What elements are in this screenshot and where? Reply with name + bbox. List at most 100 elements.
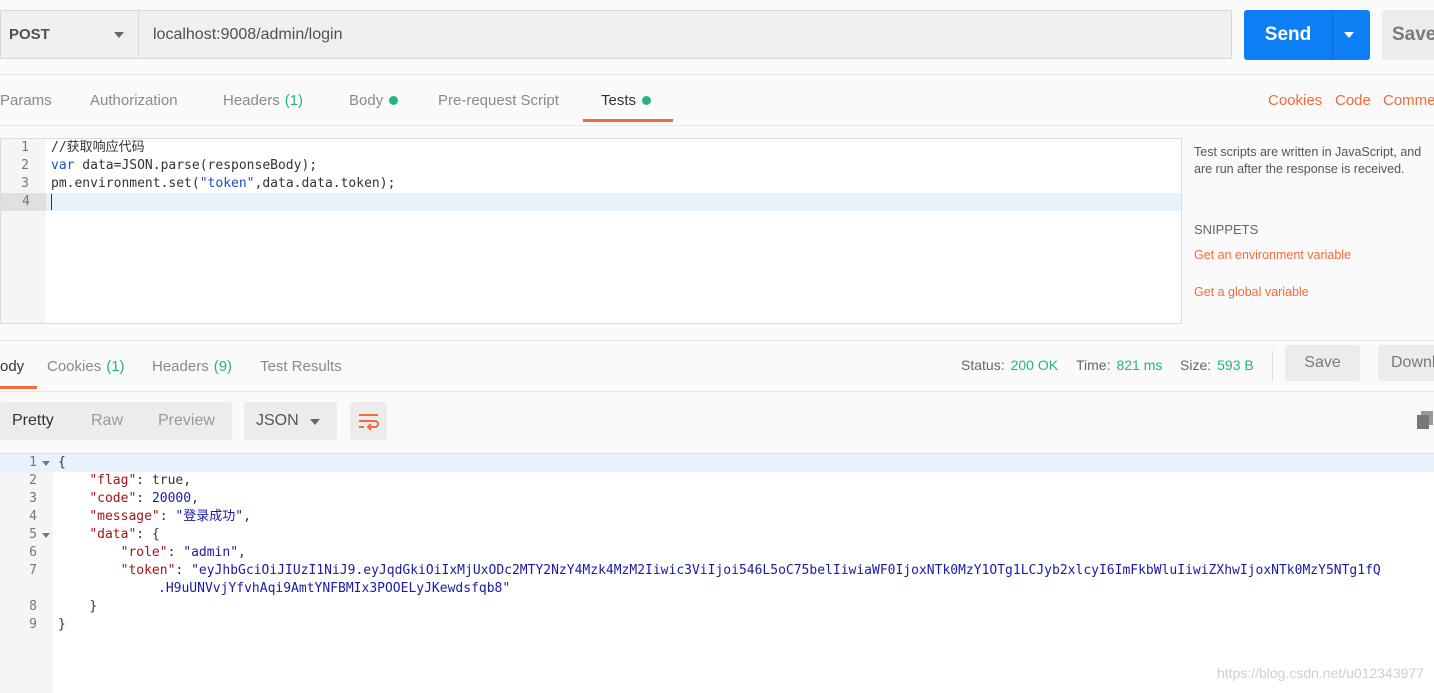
view-pretty-button[interactable]: Pretty [12, 402, 54, 440]
tab-tests-label: Tests [601, 91, 637, 109]
view-raw-button[interactable]: Raw [91, 402, 123, 440]
url-input[interactable]: localhost:9008/admin/login [138, 10, 1232, 59]
line-number: 4 [1, 193, 46, 211]
tab-tests[interactable]: Tests [601, 75, 652, 125]
line-number: 2 [21, 158, 29, 173]
response-line: 6 "role": "admin", [0, 544, 1434, 562]
json-value: .H9uUNVvjYfvhAqi9AmtYNFBMIx3POOELyJKewds… [158, 581, 511, 596]
editor-current-line: 4 [1, 193, 1181, 211]
response-line-wrapped: .H9uUNVvjYfvhAqi9AmtYNFBMIx3POOELyJKewds… [0, 580, 1434, 598]
cookies-link[interactable]: Cookies [1268, 75, 1322, 125]
send-button[interactable]: Send [1244, 10, 1370, 60]
request-tab-bar: Params Authorization Headers (1) Body Pre… [0, 74, 1434, 126]
headers-count-badge: (9) [213, 357, 233, 375]
string-literal: "token" [199, 176, 255, 191]
size-value: 593 B [1217, 357, 1254, 373]
line-text: pm.environment.set("token",data.data.tok… [51, 175, 395, 193]
response-tab-bar: ody Cookies (1) Headers (9) Test Results S… [0, 340, 1434, 392]
fold-toggle-icon[interactable] [42, 461, 50, 466]
send-dropdown-icon[interactable] [1344, 32, 1354, 38]
tab-params-label: Params [0, 91, 52, 109]
tab-pre-request-script[interactable]: Pre-request Script [438, 75, 559, 125]
line-number: 3 [21, 176, 29, 191]
response-line: 8 } [0, 598, 1434, 616]
line-text: var data=JSON.parse(responseBody); [51, 157, 317, 175]
format-select[interactable]: JSON [244, 402, 337, 440]
status-divider [1272, 351, 1273, 381]
cookies-count-badge: (1) [106, 357, 125, 375]
json-value: "admin" [183, 545, 239, 560]
snippets-title: SNIPPETS [1194, 222, 1259, 237]
editor-line: 2 var data=JSON.parse(responseBody); [1, 157, 1181, 175]
json-key: "message" [89, 509, 160, 524]
json-value: true [151, 473, 184, 488]
tab-response-body[interactable]: ody [0, 341, 24, 391]
method-select[interactable]: POST [0, 10, 138, 59]
tab-authorization[interactable]: Authorization [90, 75, 178, 125]
tab-params[interactable]: Params [0, 75, 52, 125]
json-value: 20000 [151, 491, 192, 506]
json-value: "eyJhbGciOiJIUzI1NiJ9.eyJqdGkiOiIxMjUxOD… [191, 563, 1381, 578]
save-response-label: Save [1304, 354, 1341, 371]
line-number: 6 [29, 545, 37, 560]
response-line: 7 "token": "eyJhbGciOiJIUzI1NiJ9.eyJqdGk… [0, 562, 1434, 580]
tab-response-body-label: ody [0, 357, 25, 375]
view-preview-button[interactable]: Preview [158, 402, 215, 440]
tab-test-results-label: Test Results [260, 357, 342, 375]
tab-body[interactable]: Body [349, 75, 399, 125]
save-response-button[interactable]: Save [1285, 345, 1360, 381]
response-tab-underline [0, 386, 37, 389]
line-text: //获取响应代码 [51, 140, 145, 155]
comments-link[interactable]: Comme [1383, 75, 1434, 125]
json-key: "data" [89, 527, 137, 542]
line-text: "token": "eyJhbGciOiJIUzI1NiJ9.eyJqdGkiO… [120, 563, 1381, 578]
response-body-viewer[interactable]: 1 { 2 "flag": true, 3 "code": 20000, 4 "… [0, 453, 1434, 693]
tab-response-cookies[interactable]: Cookies (1) [47, 341, 125, 391]
status-readout: Status: 200 OK [961, 341, 1058, 389]
time-readout: Time: 821 ms [1076, 341, 1162, 389]
json-brace: } [89, 599, 98, 614]
tab-response-headers[interactable]: Headers (9) [152, 341, 232, 391]
response-line: 4 "message": "登录成功", [0, 508, 1434, 526]
tab-authorization-label: Authorization [90, 91, 178, 109]
line-text: "role": "admin", [120, 545, 246, 560]
keyword: var [51, 158, 75, 173]
format-label: JSON [256, 412, 299, 429]
copy-icon[interactable] [1417, 411, 1433, 429]
size-label: Size: [1180, 357, 1212, 373]
wrap-lines-button[interactable] [350, 402, 387, 440]
chevron-down-icon [310, 419, 320, 425]
snippet-global-variable-link[interactable]: Get a global variable [1194, 285, 1309, 299]
watermark: https://blog.csdn.net/u012343977 [1216, 665, 1424, 681]
line-number: 9 [29, 617, 37, 632]
line-number: 8 [29, 599, 37, 614]
json-value: "登录成功" [175, 509, 244, 524]
code-fragment: data=JSON.parse(responseBody); [74, 158, 318, 173]
method-label: POST [9, 26, 50, 43]
line-text: } [58, 617, 66, 632]
tab-test-results[interactable]: Test Results [260, 341, 342, 391]
line-text: { [58, 455, 66, 470]
comments-link-label: Comme [1383, 91, 1434, 109]
chevron-down-icon [114, 32, 124, 38]
download-response-button[interactable]: Downl [1378, 345, 1434, 381]
line-text: } [58, 598, 97, 616]
snippets-description: Test scripts are written in JavaScript, … [1194, 145, 1422, 176]
line-number: 5 [29, 527, 37, 542]
headers-count-badge: (1) [284, 91, 304, 109]
line-number: 1 [29, 455, 37, 470]
tab-pre-request-label: Pre-request Script [438, 91, 559, 109]
tab-headers[interactable]: Headers (1) [223, 75, 303, 125]
tab-response-headers-label: Headers [152, 357, 209, 375]
snippet-env-variable-link[interactable]: Get an environment variable [1194, 248, 1351, 262]
cookies-link-label: Cookies [1268, 91, 1323, 109]
fold-toggle-icon[interactable] [42, 533, 50, 538]
response-line: 3 "code": 20000, [0, 490, 1434, 508]
save-request-button[interactable]: Save [1382, 10, 1434, 60]
response-line: 5 "data": { [0, 526, 1434, 544]
size-readout: Size: 593 B [1180, 341, 1254, 389]
test-script-editor[interactable]: 1 //获取响应代码 2 var data=JSON.parse(respons… [0, 138, 1182, 324]
tab-response-cookies-label: Cookies [47, 357, 102, 375]
code-link[interactable]: Code [1335, 75, 1371, 125]
code-link-label: Code [1335, 91, 1371, 109]
